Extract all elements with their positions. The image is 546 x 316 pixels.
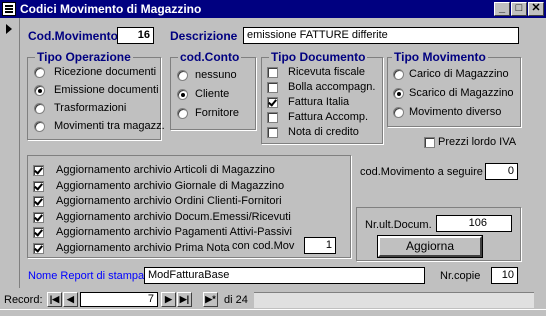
tipo-operazione-option-label: Movimenti tra magazz.: [54, 120, 165, 132]
tipo-movimento-option-label: Scarico di Magazzino: [409, 87, 514, 99]
cod-movimento-field[interactable]: 16: [117, 27, 154, 44]
prezzi-lordo-checkbox[interactable]: [424, 137, 435, 148]
tipo-documento-option-label: Nota di credito: [288, 126, 359, 138]
tipo-documento-title: Tipo Documento: [269, 50, 368, 64]
tipo-documento-option-label: Fattura Italia: [288, 96, 350, 108]
aggiornamento-label: Aggiornamento archivio Prima Nota: [56, 241, 230, 254]
seguire-label: cod.Movimento a seguire: [360, 166, 483, 178]
tipo-movimento-radio[interactable]: [393, 88, 404, 99]
tipo-operazione-option-label: Trasformazioni: [54, 102, 127, 114]
descrizione-label: Descrizione: [170, 29, 238, 43]
nr-ult-docum-label: Nr.ult.Docum.: [365, 219, 432, 231]
aggiornamento-checkbox[interactable]: [33, 242, 44, 254]
tipo-operazione-radio[interactable]: [34, 103, 45, 114]
aggiornamento-label: Aggiornamento archivio Articoli di Magaz…: [56, 164, 275, 176]
maximize-button[interactable]: □: [511, 2, 527, 16]
nr-copie-field[interactable]: 10: [491, 267, 518, 284]
current-record-arrow-icon: [6, 24, 12, 34]
nr-copie-label: Nr.copie: [440, 270, 481, 282]
aggiornamento-label: Aggiornamento archivio Pagamenti Attivi-…: [56, 226, 293, 238]
title-bar: Codici Movimento di Magazzino _ □ ✕: [0, 0, 546, 18]
horizontal-scrollbar[interactable]: [254, 292, 534, 308]
tipo-movimento-radio[interactable]: [393, 107, 404, 118]
nome-report-label: Nome Report di stampa: [28, 270, 145, 282]
record-total-label: di 24: [224, 294, 248, 306]
cod-movimento-label: Cod.Movimento: [28, 29, 118, 43]
tipo-movimento-title: Tipo Movimento: [392, 50, 488, 64]
aggiornamento-label: Aggiornamento archivio Docum.Emessi/Rice…: [56, 210, 291, 223]
tipo-movimento-option-label: Movimento diverso: [409, 106, 502, 118]
seguire-field[interactable]: 0: [485, 163, 518, 180]
aggiornamento-checkbox[interactable]: [33, 227, 44, 238]
cod-conto-radio[interactable]: [177, 89, 188, 100]
tipo-documento-option-label: Fattura Accomp.: [288, 111, 369, 123]
cod-conto-option-label: nessuno: [195, 69, 237, 81]
tipo-operazione-title: Tipo Operazione: [35, 50, 133, 64]
window-bottom-border: [0, 309, 546, 316]
tipo-documento-checkbox[interactable]: [267, 82, 278, 93]
next-record-button[interactable]: ▶: [161, 292, 176, 307]
previous-record-button[interactable]: ◀: [63, 292, 78, 307]
cod-conto-option-label: Fornitore: [195, 107, 240, 119]
cod-conto-option-label: Cliente: [195, 88, 230, 100]
aggiornamento-label: Aggiornamento archivio Giornale di Magaz…: [56, 179, 285, 192]
aggiornamento-label: Aggiornamento archivio Ordini Clienti-Fo…: [56, 195, 282, 207]
tipo-operazione-option-label: Emissione documenti: [54, 84, 159, 96]
form-window: Codici Movimento di Magazzino _ □ ✕ Cod.…: [0, 0, 546, 316]
aggiornamento-checkbox[interactable]: [33, 180, 44, 192]
form-icon: [2, 2, 16, 16]
aggiorna-button[interactable]: Aggiorna: [377, 235, 483, 258]
record-label: Record:: [4, 294, 43, 306]
descrizione-field[interactable]: emissione FATTURE differite: [243, 27, 519, 44]
con-cod-mov-label: con cod.Mov: [232, 240, 295, 252]
tipo-documento-checkbox[interactable]: [267, 112, 278, 123]
con-cod-mov-field[interactable]: 1: [304, 237, 336, 254]
tipo-documento-checkbox[interactable]: [267, 97, 278, 108]
tipo-operazione-radio[interactable]: [34, 67, 45, 78]
nome-report-field[interactable]: ModFatturaBase: [144, 267, 425, 284]
last-record-button[interactable]: ▶|: [177, 292, 192, 307]
tipo-operazione-radio[interactable]: [34, 121, 45, 132]
tipo-documento-checkbox[interactable]: [267, 67, 278, 78]
tipo-documento-option-label: Bolla accompagn.: [288, 81, 376, 93]
window-title: Codici Movimento di Magazzino: [20, 2, 202, 16]
tipo-documento-option-label: Ricevuta fiscale: [288, 66, 366, 78]
close-button[interactable]: ✕: [528, 2, 544, 16]
record-number-field[interactable]: 7: [80, 292, 158, 307]
tipo-operazione-radio[interactable]: [34, 85, 45, 96]
prezzi-lordo-label: Prezzi lordo IVA: [438, 136, 517, 148]
tipo-movimento-radio[interactable]: [393, 69, 404, 80]
nr-ult-docum-field[interactable]: 106: [436, 215, 512, 232]
aggiornamento-checkbox[interactable]: [33, 211, 44, 223]
record-selector[interactable]: [0, 18, 20, 288]
first-record-button[interactable]: |◀: [47, 292, 62, 307]
tipo-operazione-option-label: Ricezione documenti: [54, 66, 157, 78]
tipo-movimento-option-label: Carico di Magazzino: [409, 68, 509, 80]
cod-conto-title: cod.Conto: [178, 50, 242, 64]
aggiornamento-checkbox[interactable]: [33, 196, 44, 207]
aggiornamento-checkbox[interactable]: [33, 165, 44, 176]
cod-conto-radio[interactable]: [177, 108, 188, 119]
minimize-button[interactable]: _: [494, 2, 510, 16]
cod-conto-radio[interactable]: [177, 70, 188, 81]
new-record-button[interactable]: ▶*: [203, 292, 218, 307]
tipo-documento-checkbox[interactable]: [267, 127, 278, 138]
